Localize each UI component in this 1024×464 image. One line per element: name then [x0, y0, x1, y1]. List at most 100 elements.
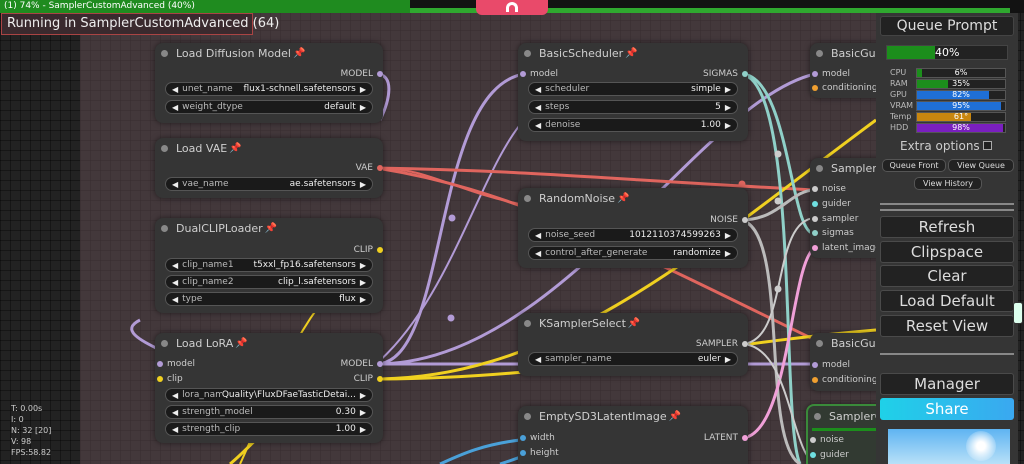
stat-fps: FPS:58.82: [11, 448, 52, 457]
output-model[interactable]: MODEL: [341, 358, 383, 370]
pin-icon: 📌: [292, 47, 306, 59]
scheduler-combo[interactable]: ◀ scheduler simple ▶: [528, 82, 738, 96]
sun-icon: [966, 431, 996, 461]
node-load-diffusion-model[interactable]: Load Diffusion Model 📌 MODEL ◀ unet_name fl…: [155, 43, 383, 123]
input-guider[interactable]: guider: [810, 449, 849, 461]
control-after-generate-combo[interactable]: ◀ control_after_generate randomize ▶: [528, 246, 738, 260]
input-clip[interactable]: clip: [157, 373, 183, 385]
input-sigmas[interactable]: sigmas: [812, 227, 854, 239]
strength-clip-number[interactable]: ◀ strength_clip 1.00 ▶: [165, 422, 373, 436]
node-title: RandomNoise: [539, 191, 616, 205]
menu-toggle-button[interactable]: [476, 0, 548, 15]
node-collapse-icon[interactable]: [816, 339, 823, 347]
weight-dtype-combo[interactable]: ◀ weight_dtype default ▶: [165, 100, 373, 114]
output-model[interactable]: MODEL: [341, 68, 383, 80]
canvas-stats: T: 0.00s I: 0 N: 32 [20] V: 98 FPS:58.82: [11, 403, 51, 458]
output-clip[interactable]: CLIP: [354, 373, 383, 385]
input-height[interactable]: height: [520, 447, 559, 459]
vae-name-combo[interactable]: ◀ vae_name ae.safetensors ▶: [165, 177, 373, 191]
output-vae[interactable]: VAE: [356, 162, 383, 174]
manager-button[interactable]: Manager: [880, 373, 1014, 395]
output-latent[interactable]: LATENT: [704, 432, 748, 444]
node-collapse-icon[interactable]: [524, 412, 531, 420]
node-basic-scheduler[interactable]: BasicScheduler 📌 model SIGMAS ◀ scheduler s…: [518, 43, 748, 141]
output-sampler[interactable]: SAMPLER: [696, 338, 748, 350]
panel-slider[interactable]: [880, 209, 1014, 211]
input-conditioning[interactable]: conditioning: [812, 82, 878, 94]
input-noise[interactable]: noise: [810, 434, 844, 446]
extra-options-checkbox[interactable]: [982, 141, 992, 150]
clear-button[interactable]: Clear: [880, 265, 1014, 287]
queue-front-button[interactable]: Queue Front: [882, 159, 946, 172]
pin-icon: 📌: [264, 222, 278, 234]
node-ksampler-select[interactable]: KSamplerSelect 📌 SAMPLER ◀ sampler_name eul…: [518, 313, 748, 376]
stat-vertices: V: 98: [11, 437, 32, 446]
clipspace-button[interactable]: Clipspace: [880, 241, 1014, 263]
node-load-vae[interactable]: Load VAE 📌 VAE ◀ vae_name ae.safetensors ▶: [155, 138, 383, 198]
sampler-name-combo[interactable]: ◀ sampler_name euler ▶: [528, 352, 738, 366]
node-collapse-icon[interactable]: [524, 49, 531, 57]
queue-progress-fill: [887, 46, 935, 59]
strength-model-number[interactable]: ◀ strength_model 0.30 ▶: [165, 405, 373, 419]
stat-iterations: I: 0: [11, 415, 24, 424]
node-collapse-icon[interactable]: [816, 164, 823, 172]
input-noise[interactable]: noise: [812, 183, 846, 195]
input-model[interactable]: model: [812, 68, 850, 80]
node-collapse-icon[interactable]: [161, 49, 168, 57]
clip-name2-combo[interactable]: ◀ clip_name2 clip_l.safetensors ▶: [165, 275, 373, 289]
input-model[interactable]: model: [812, 359, 850, 371]
refresh-button[interactable]: Refresh: [880, 216, 1014, 238]
load-default-button[interactable]: Load Default: [880, 290, 1014, 312]
monitor-temp: Temp 61°: [890, 112, 1010, 122]
output-clip[interactable]: CLIP: [354, 244, 383, 256]
view-history-button[interactable]: View History: [914, 177, 982, 190]
type-combo[interactable]: ◀ type flux ▶: [165, 292, 373, 306]
divider: [880, 353, 1014, 355]
noise-seed-number[interactable]: ◀ noise_seed 1012110374599263 ▶: [528, 228, 738, 242]
lora-name-combo[interactable]: ◀lora_nameQuality\FluxDFaeTasticDetai...…: [165, 388, 373, 402]
node-collapse-icon[interactable]: [161, 224, 168, 232]
share-button[interactable]: Share: [880, 398, 1014, 420]
input-latent-image[interactable]: latent_image: [812, 242, 881, 254]
input-sampler[interactable]: sampler: [812, 213, 858, 225]
node-title: KSamplerSelect: [539, 316, 626, 330]
node-collapse-icon[interactable]: [814, 412, 821, 420]
side-toggle-icon[interactable]: [1013, 302, 1023, 324]
input-model[interactable]: model: [157, 358, 195, 370]
input-width[interactable]: width: [520, 432, 555, 444]
node-title: BasicGui: [831, 46, 879, 60]
input-guider[interactable]: guider: [812, 198, 851, 210]
steps-number[interactable]: ◀ steps 5 ▶: [528, 100, 738, 114]
running-status: Running in SamplerCustomAdvanced (64): [1, 13, 279, 35]
pin-icon: 📌: [668, 410, 682, 422]
node-title: DualCLIPLoader: [176, 221, 263, 235]
node-graph-canvas[interactable]: flux1 Load Diffusion M: [0, 0, 1024, 464]
node-title: BasicGui: [831, 336, 879, 350]
node-collapse-icon[interactable]: [161, 144, 168, 152]
pin-icon: 📌: [617, 192, 630, 204]
clip-name1-combo[interactable]: ◀ clip_name1 t5xxl_fp16.safetensors ▶: [165, 258, 373, 272]
queue-prompt-button[interactable]: Queue Prompt: [880, 16, 1014, 36]
output-sigmas[interactable]: SIGMAS: [703, 68, 748, 80]
reset-view-button[interactable]: Reset View: [880, 315, 1014, 337]
unet-name-combo[interactable]: ◀ unet_name flux1-schnell.safetensors ▶: [165, 82, 373, 96]
node-random-noise[interactable]: RandomNoise 📌 NOISE ◀ noise_seed 1012110374…: [518, 188, 748, 268]
node-collapse-icon[interactable]: [524, 194, 531, 202]
node-collapse-icon[interactable]: [524, 319, 531, 327]
panel-slider[interactable]: [880, 203, 1014, 205]
node-title: EmptySD3LatentImage: [539, 409, 667, 423]
monitor-vram: VRAM 95%: [890, 101, 1010, 111]
extra-options-toggle[interactable]: Extra options: [900, 139, 992, 153]
node-collapse-icon[interactable]: [816, 49, 823, 57]
input-conditioning[interactable]: conditioning: [812, 374, 878, 386]
denoise-number[interactable]: ◀ denoise 1.00 ▶: [528, 118, 738, 132]
input-model[interactable]: model: [520, 68, 558, 80]
queue-progress-text: 40%: [935, 46, 960, 59]
image-preview-thumbnail[interactable]: [888, 429, 1010, 464]
output-noise[interactable]: NOISE: [710, 214, 748, 226]
view-queue-button[interactable]: View Queue: [948, 159, 1014, 172]
node-dualcliploader[interactable]: DualCLIPLoader 📌 CLIP ◀ clip_name1 t5xxl_fp…: [155, 218, 383, 313]
node-load-lora[interactable]: Load LoRA 📌 model clip MODEL CLIP ◀ lora_n…: [155, 333, 383, 443]
node-empty-sd3-latent-image[interactable]: EmptySD3LatentImage 📌 width height LATENT: [518, 406, 748, 464]
node-collapse-icon[interactable]: [161, 339, 168, 347]
